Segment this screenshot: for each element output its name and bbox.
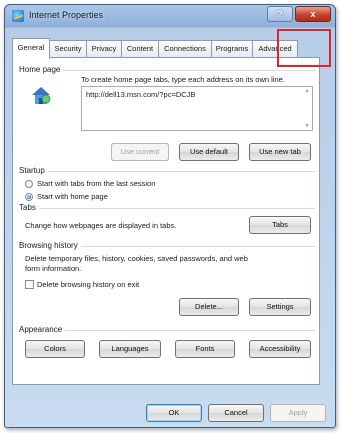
advanced-tab-highlight: [277, 29, 331, 67]
home-page-icon: [32, 87, 51, 104]
home-page-heading: Home page: [19, 65, 64, 74]
settings-button[interactable]: Settings: [249, 298, 311, 316]
window-title: Internet Properties: [29, 10, 104, 20]
tab-privacy[interactable]: Privacy: [86, 40, 122, 57]
use-default-button[interactable]: Use default: [179, 143, 239, 161]
home-page-address-field[interactable]: http://dell13.msn.com/?pc=DCJB ▲ ▼: [81, 86, 313, 131]
browsing-history-description-line1: Delete temporary files, history, cookies…: [25, 254, 248, 263]
cancel-button[interactable]: Cancel: [208, 404, 264, 422]
home-page-instruction: To create home page tabs, type each addr…: [81, 75, 285, 84]
fonts-button[interactable]: Fonts: [175, 340, 235, 358]
startup-divider: [19, 171, 315, 172]
tabs-button[interactable]: Tabs: [249, 216, 311, 234]
use-current-button[interactable]: Use current: [111, 143, 169, 161]
tab-content[interactable]: Content: [121, 40, 159, 57]
delete-button[interactable]: Delete...: [179, 298, 239, 316]
tab-general[interactable]: General: [12, 38, 50, 59]
apply-button[interactable]: Apply: [270, 404, 326, 422]
startup-option-home-page[interactable]: Start with home page: [37, 192, 108, 201]
accessibility-button[interactable]: Accessibility: [249, 340, 311, 358]
use-new-tab-button[interactable]: Use new tab: [249, 143, 311, 161]
tabs-heading: Tabs: [19, 203, 39, 212]
home-page-address: http://dell13.msn.com/?pc=DCJB: [86, 90, 196, 99]
tab-security[interactable]: Security: [49, 40, 87, 57]
startup-heading: Startup: [19, 166, 48, 175]
delete-on-exit-label[interactable]: Delete browsing history on exit: [37, 280, 139, 289]
browsing-history-heading: Browsing history: [19, 241, 81, 250]
tab-programs[interactable]: Programs: [211, 40, 253, 57]
scroll-up-icon[interactable]: ▲: [304, 88, 310, 94]
languages-button[interactable]: Languages: [99, 340, 161, 358]
browsing-history-description-line2: form information.: [25, 264, 82, 273]
tabs-description: Change how webpages are displayed in tab…: [25, 221, 177, 230]
internet-explorer-icon: [12, 10, 24, 22]
delete-on-exit-checkbox[interactable]: [25, 280, 34, 289]
title-bar[interactable]: Internet Properties ? x: [5, 5, 335, 27]
close-button[interactable]: x: [295, 6, 331, 22]
startup-option-last-session-radio[interactable]: [25, 180, 33, 188]
colors-button[interactable]: Colors: [25, 340, 85, 358]
startup-option-home-page-radio[interactable]: [25, 193, 33, 201]
appearance-heading: Appearance: [19, 325, 66, 334]
help-button[interactable]: ?: [267, 6, 293, 22]
general-tab-panel: Home page To create home page tabs, type…: [12, 57, 320, 385]
home-page-divider: [19, 70, 315, 71]
tab-connections[interactable]: Connections: [158, 40, 212, 57]
startup-option-last-session[interactable]: Start with tabs from the last session: [37, 179, 155, 188]
scroll-down-icon[interactable]: ▼: [304, 123, 310, 129]
ok-button[interactable]: OK: [146, 404, 202, 422]
tabs-divider: [19, 208, 315, 209]
